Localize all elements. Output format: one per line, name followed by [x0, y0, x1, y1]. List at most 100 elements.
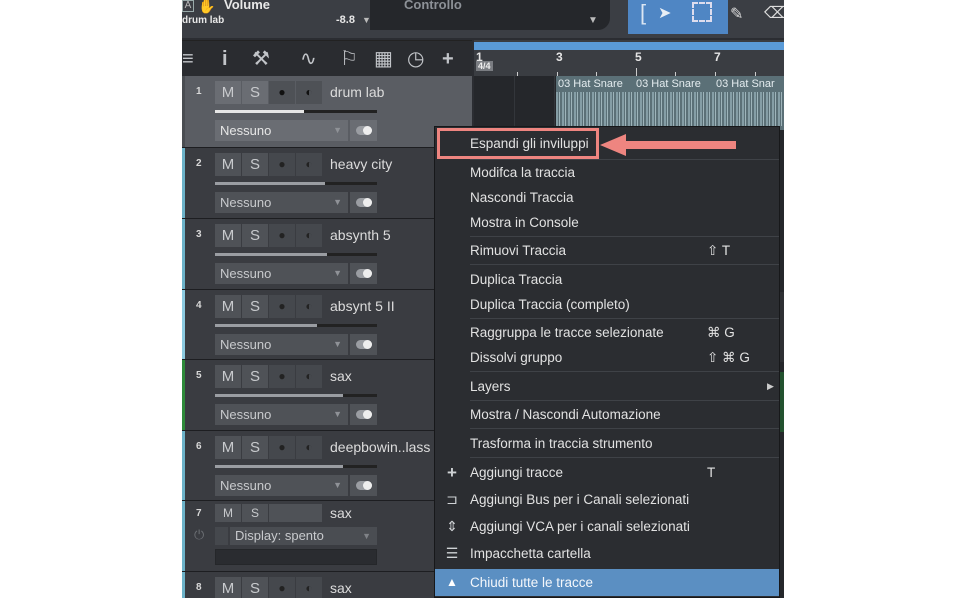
solo-button[interactable]: S [242, 81, 268, 104]
record-arm-button[interactable]: ● [269, 436, 295, 459]
input-select[interactable]: Nessuno ▼ [215, 192, 348, 213]
monitor-button[interactable]: ◐ [296, 577, 322, 598]
menu-item-show-in-console[interactable]: Mostra in Console [435, 210, 779, 235]
range-tool-icon[interactable] [692, 2, 712, 22]
marker-flag-icon[interactable]: ⚐ [340, 47, 358, 71]
display-toggle[interactable] [215, 527, 228, 545]
track-row[interactable]: 3 M S ● ◐ absynth 5 Nessuno ▼ [182, 219, 472, 290]
volume-fader[interactable] [215, 465, 377, 468]
list-icon[interactable]: ≡ [182, 47, 194, 71]
arrow-tool-icon[interactable]: ➤ [658, 3, 671, 23]
mute-button[interactable]: M [215, 504, 241, 522]
power-icon[interactable]: ⏻ [194, 527, 204, 543]
loop-bracket-icon[interactable]: [ [640, 0, 646, 26]
track-name[interactable]: drum lab [330, 84, 384, 100]
menu-item-add-tracks[interactable]: + Aggiungi tracce T [435, 460, 779, 485]
menu-item-toggle-automation[interactable]: Mostra / Nascondi Automazione [435, 402, 779, 427]
input-select[interactable]: Nessuno ▼ [215, 404, 348, 425]
solo-button[interactable]: S [242, 504, 268, 522]
menu-item-layers[interactable]: Layers ▶ [435, 374, 779, 399]
monitor-button[interactable]: ◐ [296, 365, 322, 388]
mute-button[interactable]: M [215, 224, 241, 247]
toggle-button[interactable] [350, 475, 377, 496]
track-row[interactable]: 7 M S sax ⏻ Display: spento ▼ [182, 501, 472, 572]
volume-value[interactable]: -8.8 [336, 14, 355, 26]
info-icon[interactable]: i [222, 47, 228, 71]
track-row[interactable]: 5 M S ● ◐ sax Nessuno ▼ [182, 360, 472, 431]
menu-item-hide-track[interactable]: Nascondi Traccia [435, 185, 779, 210]
menu-item-duplicate-track[interactable]: Duplica Traccia [435, 267, 779, 292]
solo-button[interactable]: S [242, 224, 268, 247]
input-select[interactable]: Nessuno ▼ [215, 263, 348, 284]
solo-button[interactable]: S [242, 153, 268, 176]
track-name[interactable]: sax [330, 368, 352, 384]
mute-button[interactable]: M [215, 365, 241, 388]
menu-item-remove-track[interactable]: Rimuovi Traccia ⇧ T [435, 238, 779, 263]
monitor-button[interactable]: ◐ [296, 81, 322, 104]
track-row[interactable]: 4 M S ● ◐ absynt 5 II Nessuno ▼ [182, 290, 472, 360]
toggle-button[interactable] [350, 334, 377, 355]
mute-button[interactable]: M [215, 295, 241, 318]
menu-item-convert-to-instrument[interactable]: Trasforma in traccia strumento [435, 431, 779, 456]
solo-button[interactable]: S [242, 577, 268, 598]
track-name[interactable]: sax [330, 580, 352, 596]
audio-event[interactable]: 03 Hat Snare 03 Hat Snare 03 Hat Snar [556, 76, 784, 130]
track-name[interactable]: sax [330, 505, 352, 521]
solo-button[interactable]: S [242, 295, 268, 318]
toggle-button[interactable] [350, 192, 377, 213]
input-select[interactable]: Nessuno ▼ [215, 120, 348, 141]
time-signature[interactable]: 4/4 [476, 61, 493, 71]
track-name[interactable]: absynth 5 [330, 227, 391, 243]
monitor-button[interactable]: ◐ [296, 153, 322, 176]
menu-item-edit-track[interactable]: Modifca la traccia [435, 160, 779, 185]
record-arm-button[interactable]: ● [269, 153, 295, 176]
blank-button[interactable] [269, 504, 322, 522]
solo-button[interactable]: S [242, 436, 268, 459]
clock-icon[interactable]: ◷ [407, 47, 424, 71]
track-row[interactable]: 6 M S ● ◐ deepbowin..lass Nessuno ▼ [182, 431, 472, 501]
monitor-button[interactable]: ◐ [296, 224, 322, 247]
mute-button[interactable]: M [215, 577, 241, 598]
record-arm-button[interactable]: ● [269, 577, 295, 598]
solo-button[interactable]: S [242, 365, 268, 388]
timeline-ruler[interactable]: 1 3 5 7 4/4 [474, 40, 784, 76]
loop-range[interactable] [474, 42, 784, 50]
menu-item-pack-folder[interactable]: ☰ Impacchetta cartella [435, 541, 779, 566]
display-select[interactable]: Display: spento ▼ [230, 527, 377, 545]
volume-fader[interactable] [215, 394, 377, 397]
volume-fader[interactable] [215, 110, 377, 113]
volume-fader[interactable] [215, 182, 377, 185]
menu-item-close-all-tracks[interactable]: ▲ Chiudi tutte le tracce [435, 569, 779, 596]
input-select[interactable]: Nessuno ▼ [215, 334, 348, 355]
track-name[interactable]: deepbowin..lass [330, 439, 430, 455]
mute-button[interactable]: M [215, 153, 241, 176]
track-name[interactable]: heavy city [330, 156, 392, 172]
record-arm-button[interactable]: ● [269, 81, 295, 104]
control-dropdown-icon[interactable]: ▼ [588, 15, 598, 26]
add-track-icon[interactable]: + [442, 47, 454, 71]
mute-button[interactable]: M [215, 81, 241, 104]
track-row[interactable]: 8 M S ● ◐ sax [182, 572, 472, 598]
volume-fader[interactable] [215, 324, 377, 327]
eraser-tool-icon[interactable]: ⌫ [764, 3, 784, 23]
monitor-button[interactable]: ◐ [296, 436, 322, 459]
wrench-icon[interactable]: ⚒ [252, 47, 270, 71]
grid-icon[interactable]: ▦ [374, 47, 393, 71]
record-arm-button[interactable]: ● [269, 365, 295, 388]
menu-item-add-vca[interactable]: ⇕ Aggiungi VCA per i canali selezionati [435, 514, 779, 539]
track-row[interactable]: 1 M S ● ◐ drum lab Nessuno ▼ [182, 76, 472, 148]
menu-item-add-bus[interactable]: ⊐ Aggiungi Bus per i Canali selezionati [435, 487, 779, 512]
menu-item-duplicate-track-complete[interactable]: Duplica Traccia (completo) [435, 292, 779, 317]
menu-item-dissolve-group[interactable]: Dissolvi gruppo ⇧ ⌘ G [435, 345, 779, 370]
toggle-button[interactable] [350, 404, 377, 425]
automation-curve-icon[interactable]: ∿ [300, 47, 317, 71]
track-name[interactable]: absynt 5 II [330, 298, 395, 314]
mode-a-icon[interactable]: A [182, 0, 194, 12]
record-arm-button[interactable]: ● [269, 224, 295, 247]
toggle-button[interactable] [350, 120, 377, 141]
track-row[interactable]: 2 M S ● ◐ heavy city Nessuno ▼ [182, 148, 472, 219]
menu-item-group-selected[interactable]: Raggruppa le tracce selezionate ⌘ G [435, 320, 779, 345]
toggle-button[interactable] [350, 263, 377, 284]
pencil-tool-icon[interactable]: ✎ [730, 4, 743, 24]
monitor-button[interactable]: ◐ [296, 295, 322, 318]
